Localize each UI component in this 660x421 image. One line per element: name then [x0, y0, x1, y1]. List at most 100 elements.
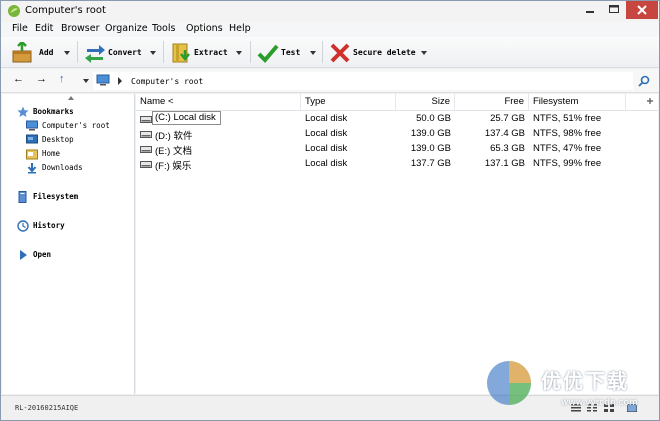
table-row[interactable]: (C:) Local disk Local disk 50.0 GB 25.7 … — [136, 111, 658, 127]
column-header-filesystem[interactable]: Filesystem — [529, 94, 626, 110]
menu-organize[interactable]: Organize — [105, 23, 148, 34]
table-row[interactable]: (E:) 文档 Local disk 139.0 GB 65.3 GB NTFS… — [136, 142, 658, 157]
hard-disk-icon — [140, 116, 152, 123]
row-free: 25.7 GB — [490, 113, 525, 124]
row-free: 65.3 GB — [490, 143, 525, 154]
row-type: Local disk — [305, 128, 348, 139]
extract-icon — [172, 43, 190, 63]
toolbar: Add Convert Extract Test Secure delete — [1, 37, 659, 68]
toolbar-separator — [322, 41, 323, 63]
extract-dropdown-icon[interactable] — [236, 51, 242, 55]
sidebar: Bookmarks Computer's root Desktop Home D… — [2, 94, 135, 394]
window-title: Computer's root — [25, 5, 106, 16]
menu-edit[interactable]: Edit — [35, 23, 53, 34]
sidebar-item-label: Computer's root — [42, 121, 110, 130]
extract-label: Extract — [194, 48, 228, 57]
sidebar-filesystem[interactable]: Filesystem — [17, 191, 127, 205]
sidebar-item-home[interactable]: Home — [26, 148, 131, 162]
checkmark-icon — [257, 44, 279, 63]
column-name-label: Name < — [140, 96, 174, 107]
menu-options[interactable]: Options — [186, 23, 223, 34]
column-type-label: Type — [305, 96, 326, 107]
convert-button[interactable]: Convert — [84, 40, 159, 65]
row-free: 137.1 GB — [484, 158, 525, 169]
sidebar-item-computers-root[interactable]: Computer's root — [26, 120, 131, 134]
toolbar-separator — [250, 41, 251, 63]
row-name[interactable]: (E:) 文档 — [155, 143, 192, 157]
history-label: History — [33, 221, 65, 230]
row-type: Local disk — [305, 158, 348, 169]
clock-icon — [17, 220, 29, 232]
row-filesystem: NTFS, 99% free — [533, 158, 602, 169]
extract-button[interactable]: Extract — [171, 40, 246, 65]
search-icon[interactable] — [638, 75, 650, 87]
column-header-name[interactable]: Name < — [136, 94, 301, 110]
convert-arrows-icon — [85, 45, 105, 63]
row-free: 137.4 GB — [484, 128, 525, 139]
column-size-label: Size — [431, 96, 450, 107]
column-header-free[interactable]: Free — [455, 94, 529, 110]
add-archive-icon — [12, 42, 32, 63]
column-free-label: Free — [504, 96, 524, 107]
hard-disk-icon — [140, 146, 152, 153]
menu-file[interactable]: File — [12, 23, 28, 34]
row-size: 139.0 GB — [410, 128, 451, 139]
collapse-icon[interactable] — [68, 96, 74, 100]
secure-delete-button[interactable]: Secure delete — [329, 40, 431, 65]
menu-help[interactable]: Help — [229, 23, 251, 34]
up-icon[interactable]: ↑ — [59, 73, 65, 85]
app-window: Computer's root File Edit Browser Organi… — [0, 0, 660, 421]
menu-browser[interactable]: Browser — [61, 23, 100, 34]
test-label: Test — [281, 48, 301, 57]
app-logo-icon — [8, 5, 20, 17]
filesystem-label: Filesystem — [33, 192, 79, 201]
sidebar-open[interactable]: Open — [17, 249, 127, 263]
home-folder-icon — [26, 149, 38, 160]
sidebar-item-downloads[interactable]: Downloads — [26, 162, 131, 176]
back-icon[interactable]: ← — [13, 73, 24, 85]
history-dropdown-icon[interactable] — [83, 79, 89, 83]
sidebar-history[interactable]: History — [17, 220, 127, 234]
row-name[interactable]: (F:) 娱乐 — [155, 158, 191, 172]
convert-dropdown-icon[interactable] — [150, 51, 156, 55]
sidebar-item-label: Home — [42, 149, 61, 158]
toolbar-separator — [163, 41, 164, 63]
minimize-button[interactable] — [578, 1, 602, 19]
table-row[interactable]: (D:) 软件 Local disk 139.0 GB 137.4 GB NTF… — [136, 127, 658, 142]
row-filesystem: NTFS, 51% free — [533, 113, 602, 124]
path-chevron-icon[interactable] — [117, 77, 123, 85]
toolbar-separator — [77, 41, 78, 63]
menu-tools[interactable]: Tools — [152, 23, 175, 34]
hard-disk-icon — [140, 131, 152, 138]
secure-delete-label: Secure delete — [353, 48, 416, 57]
computer-icon — [96, 74, 110, 86]
forward-icon[interactable]: → — [36, 73, 47, 85]
add-button[interactable]: Add — [11, 40, 73, 65]
row-name[interactable]: (D:) 软件 — [155, 128, 192, 142]
column-add-icon[interactable] — [646, 97, 654, 105]
close-button[interactable] — [626, 1, 658, 19]
watermark-url: www.yytcdn.com — [561, 398, 638, 408]
row-filesystem: NTFS, 98% free — [533, 128, 602, 139]
address-path[interactable]: Computer's root — [131, 77, 203, 86]
convert-label: Convert — [108, 48, 142, 57]
file-list: Name < Type Size Free Filesystem (C:) Lo… — [136, 94, 658, 394]
column-header-size[interactable]: Size — [396, 94, 455, 110]
computer-icon — [26, 120, 38, 131]
secure-delete-dropdown-icon[interactable] — [421, 51, 427, 55]
play-arrow-icon — [20, 250, 27, 260]
add-dropdown-icon[interactable] — [64, 51, 70, 55]
hard-disk-icon — [140, 161, 152, 168]
test-button[interactable]: Test — [257, 40, 319, 65]
sidebar-item-label: Downloads — [42, 163, 83, 172]
row-name[interactable]: (C:) Local disk — [152, 111, 221, 125]
sidebar-item-desktop[interactable]: Desktop — [26, 134, 131, 148]
test-dropdown-icon[interactable] — [310, 51, 316, 55]
maximize-button[interactable] — [602, 1, 626, 19]
row-type: Local disk — [305, 113, 348, 124]
table-row[interactable]: (F:) 娱乐 Local disk 137.7 GB 137.1 GB NTF… — [136, 157, 658, 172]
column-header-type[interactable]: Type — [301, 94, 396, 110]
computer-name: RL-20160215AIQE — [15, 404, 79, 412]
sidebar-bookmarks[interactable]: Bookmarks — [17, 106, 127, 120]
desktop-icon — [26, 134, 38, 144]
